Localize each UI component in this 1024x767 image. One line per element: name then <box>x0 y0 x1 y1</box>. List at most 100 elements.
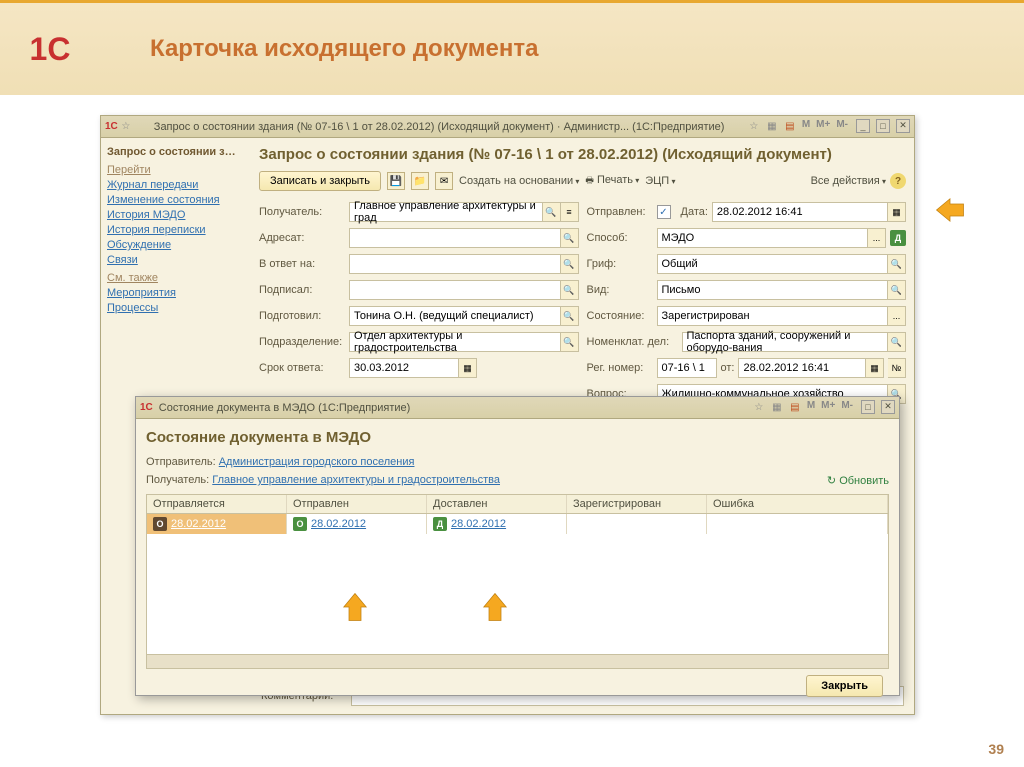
save-icon[interactable]: 💾 <box>387 172 405 190</box>
state-label: Состояние: <box>587 310 657 322</box>
calendar-icon[interactable]: ▤ <box>782 119 798 135</box>
arrow-pointer-up-1 <box>340 592 370 622</box>
regfrom-calendar-icon[interactable]: ▦ <box>866 358 884 378</box>
prepared-input[interactable]: Тонина О.Н. (ведущий специалист) <box>349 306 561 326</box>
prepared-search-icon[interactable] <box>561 306 579 326</box>
m-minus-button[interactable]: M- <box>836 119 848 135</box>
signed-by-search-icon[interactable] <box>561 280 579 300</box>
col-sent[interactable]: Отправлен <box>287 495 427 513</box>
sidebar-item-processes[interactable]: Процессы <box>107 302 245 314</box>
regnum-button[interactable]: № <box>888 358 906 378</box>
signed-by-input[interactable] <box>349 280 561 300</box>
deadline-input[interactable]: 30.03.2012 <box>349 358 459 378</box>
state-input[interactable]: Зарегистрирован <box>657 306 889 326</box>
nomenclature-label: Номенклат. дел: <box>587 336 682 348</box>
regnum-label: Рег. номер: <box>587 362 657 374</box>
modal-titlebar[interactable]: 1С Состояние документа в МЭДО (1С:Предпр… <box>136 397 899 419</box>
reply-to-input[interactable] <box>349 254 561 274</box>
maximize-button[interactable]: □ <box>876 119 890 133</box>
modal-recipient-link[interactable]: Главное управление архитектуры и градост… <box>212 474 500 486</box>
modal-title-text: Состояние документа в МЭДО (1С:Предприят… <box>159 402 751 414</box>
addressee-search-icon[interactable] <box>561 228 579 248</box>
modal-fav-icon[interactable]: ☆ <box>751 400 767 416</box>
modal-close-button[interactable]: ✕ <box>881 400 895 414</box>
sidebar-item-journal[interactable]: Журнал передачи <box>107 179 245 191</box>
col-error[interactable]: Ошибка <box>707 495 888 513</box>
modal-sender-label: Отправитель: <box>146 456 216 468</box>
regfrom-label: от: <box>721 362 735 374</box>
sent-label: Отправлен: <box>587 206 657 218</box>
type-search-icon[interactable] <box>888 280 906 300</box>
date-input[interactable]: 28.02.2012 16:41 <box>712 202 888 222</box>
close-button[interactable]: ✕ <box>896 119 910 133</box>
department-label: Подразделение: <box>259 336 349 348</box>
method-dots-icon[interactable] <box>868 228 886 248</box>
col-delivered[interactable]: Доставлен <box>427 495 567 513</box>
col-registered[interactable]: Зарегистрирован <box>567 495 707 513</box>
save-and-close-button[interactable]: Записать и закрыть <box>259 171 381 191</box>
type-input[interactable]: Письмо <box>657 280 889 300</box>
department-input[interactable]: Отдел архитектуры и градостроительства <box>349 332 561 352</box>
all-actions-dropdown[interactable]: Все действия <box>811 175 886 187</box>
modal-m-minus-button[interactable]: M- <box>841 400 853 416</box>
reply-to-search-icon[interactable] <box>561 254 579 274</box>
sidebar-item-state-change[interactable]: Изменение состояния <box>107 194 245 206</box>
deadline-label: Срок ответа: <box>259 362 349 374</box>
print-dropdown[interactable]: 🖶 Печать <box>585 173 639 189</box>
modal-close-action-button[interactable]: Закрыть <box>806 675 883 697</box>
modal-maximize-button[interactable]: □ <box>861 400 875 414</box>
reply-to-label: В ответ на: <box>259 258 349 270</box>
calc-icon[interactable]: ▦ <box>764 119 780 135</box>
star-icon[interactable]: ☆ <box>118 119 134 135</box>
modal-app-icon: 1С <box>140 402 153 413</box>
mail-icon[interactable]: ✉ <box>435 172 453 190</box>
fav-icon[interactable]: ☆ <box>746 119 762 135</box>
sidebar-item-medo-history[interactable]: История МЭДО <box>107 209 245 221</box>
table-scrollbar[interactable] <box>147 654 888 668</box>
create-based-dropdown[interactable]: Создать на основании <box>459 175 579 187</box>
recipient-input[interactable]: Главное управление архитектуры и град <box>349 202 543 222</box>
ecp-dropdown[interactable]: ЭЦП <box>645 175 675 187</box>
grif-input[interactable]: Общий <box>657 254 889 274</box>
app-icon: 1С <box>105 121 118 132</box>
folder-icon[interactable]: 📁 <box>411 172 429 190</box>
status-icon-sent: О <box>293 517 307 531</box>
m-button[interactable]: M <box>802 119 810 135</box>
status-icon-delivered: Д <box>433 517 447 531</box>
sent-checkbox[interactable]: ✓ <box>657 205 671 219</box>
col-sending[interactable]: Отправляется <box>147 495 287 513</box>
sidebar-item-discussion[interactable]: Обсуждение <box>107 239 245 251</box>
m-plus-button[interactable]: M+ <box>816 119 830 135</box>
page-number: 39 <box>988 741 1004 757</box>
recipient-search-icon[interactable] <box>543 202 561 222</box>
refresh-button[interactable]: Обновить <box>827 474 889 487</box>
sidebar-title: Запрос о состоянии з… <box>107 146 245 158</box>
recipient-list-icon[interactable]: ≡ <box>561 202 579 222</box>
method-badge-d[interactable]: Д <box>890 230 906 246</box>
grif-search-icon[interactable] <box>888 254 906 274</box>
modal-calendar-icon[interactable]: ▤ <box>787 400 803 416</box>
modal-calc-icon[interactable]: ▦ <box>769 400 785 416</box>
date-calendar-icon[interactable]: ▦ <box>888 202 906 222</box>
modal-sender-link[interactable]: Администрация городского поселения <box>219 456 415 468</box>
department-search-icon[interactable] <box>561 332 579 352</box>
sidebar-item-links[interactable]: Связи <box>107 254 245 266</box>
modal-m-plus-button[interactable]: M+ <box>821 400 835 416</box>
method-input[interactable]: МЭДО <box>657 228 869 248</box>
deadline-calendar-icon[interactable]: ▦ <box>459 358 477 378</box>
modal-m-button[interactable]: M <box>807 400 815 416</box>
addressee-input[interactable] <box>349 228 561 248</box>
regfrom-input[interactable]: 28.02.2012 16:41 <box>738 358 866 378</box>
nomenclature-search-icon[interactable] <box>888 332 906 352</box>
state-dots-icon[interactable] <box>888 306 906 326</box>
sidebar-item-events[interactable]: Мероприятия <box>107 287 245 299</box>
help-icon[interactable]: ? <box>890 173 906 189</box>
window-titlebar[interactable]: 1С ☆ Запрос о состоянии здания (№ 07-16 … <box>101 116 914 138</box>
table-empty-area <box>147 534 888 654</box>
minimize-button[interactable]: _ <box>856 119 870 133</box>
status-row[interactable]: О28.02.2012 О28.02.2012 Д28.02.2012 <box>147 514 888 534</box>
nomenclature-input[interactable]: Паспорта зданий, сооружений и оборудо-ва… <box>682 332 889 352</box>
form-area: Получатель:Главное управление архитектур… <box>259 201 906 409</box>
regnum-input[interactable]: 07-16 \ 1 <box>657 358 717 378</box>
sidebar-item-correspondence[interactable]: История переписки <box>107 224 245 236</box>
